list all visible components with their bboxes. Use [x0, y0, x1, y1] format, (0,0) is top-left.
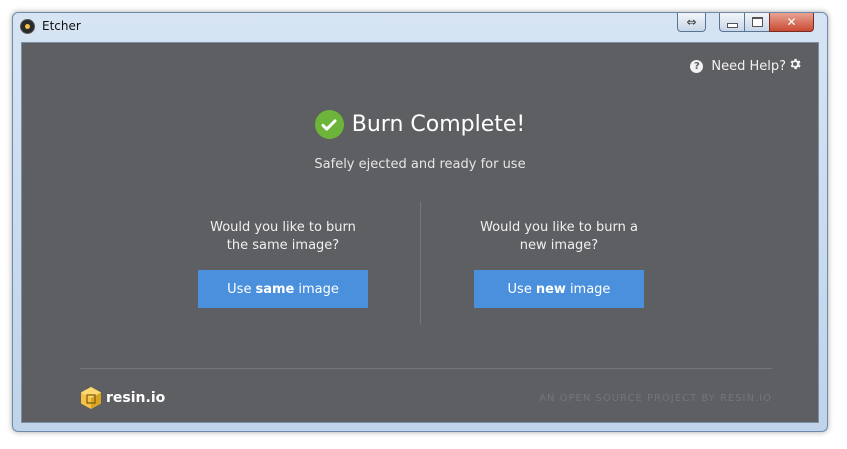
- resize-button[interactable]: ⇔: [677, 13, 706, 32]
- status-subtitle: Safely ejected and ready for use: [314, 157, 526, 172]
- help-icon: ?: [690, 60, 704, 73]
- resin-logo-text: resin.io: [106, 390, 166, 406]
- same-image-option: Would you like to burn the same image? U…: [163, 219, 403, 308]
- app-window: Etcher ⇔ ✕ ? Need Help? Burn Complete! S…: [12, 12, 828, 432]
- button-bold-word: new: [535, 281, 566, 297]
- need-help-label: Need Help?: [711, 59, 786, 74]
- title-bar[interactable]: Etcher ⇔ ✕: [13, 13, 827, 41]
- close-button[interactable]: ✕: [769, 13, 814, 32]
- footer-tagline[interactable]: AN OPEN SOURCE PROJECT BY RESIN.IO: [539, 393, 772, 404]
- gear-icon: [790, 58, 801, 70]
- use-new-image-button[interactable]: Use new image: [474, 270, 644, 308]
- button-suffix: image: [298, 281, 339, 297]
- new-image-question: Would you like to burn a new image?: [480, 220, 638, 253]
- window-title: Etcher: [42, 19, 81, 33]
- button-prefix: Use: [227, 281, 252, 297]
- minimize-icon: [726, 22, 738, 28]
- close-icon: ✕: [786, 15, 797, 29]
- status-headline: Burn Complete!: [22, 110, 818, 139]
- need-help-link[interactable]: ? Need Help?: [690, 59, 786, 74]
- use-same-image-button[interactable]: Use same image: [198, 270, 368, 308]
- burn-complete-title: Burn Complete!: [351, 112, 526, 137]
- settings-button[interactable]: [788, 57, 802, 75]
- check-circle-icon: [314, 110, 344, 139]
- button-prefix: Use: [507, 281, 532, 297]
- resize-icon: ⇔: [686, 15, 697, 29]
- new-image-option: Would you like to burn a new image? Use …: [439, 219, 679, 308]
- main-content: ? Need Help? Burn Complete! Safely eject…: [21, 42, 819, 423]
- resin-logo[interactable]: resin.io: [80, 386, 165, 410]
- maximize-icon: [751, 17, 763, 27]
- resin-cube-icon: [81, 387, 101, 409]
- same-image-question: Would you like to burn the same image?: [210, 220, 356, 253]
- column-divider: [420, 202, 421, 324]
- minimize-button[interactable]: [719, 13, 745, 32]
- maximize-button[interactable]: [744, 13, 770, 32]
- button-suffix: image: [569, 281, 611, 297]
- footer-divider: [80, 368, 772, 369]
- etcher-app-icon: [20, 19, 35, 34]
- button-bold-word: same: [255, 281, 295, 297]
